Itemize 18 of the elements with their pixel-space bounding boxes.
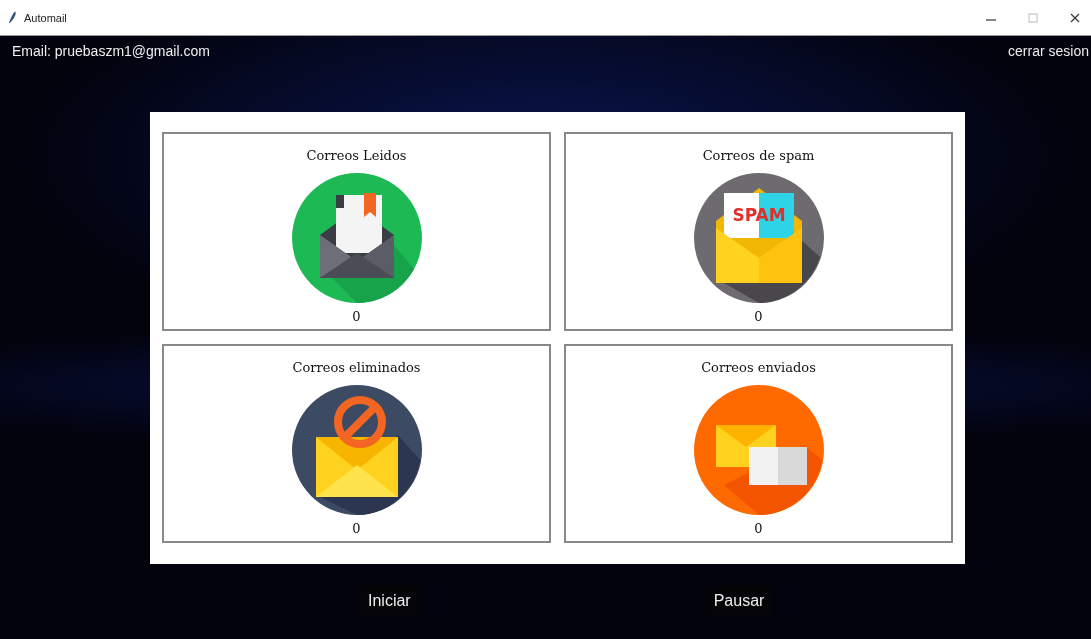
open-envelope-icon	[291, 173, 422, 303]
blocked-envelope-icon	[291, 385, 422, 515]
close-icon[interactable]	[1069, 11, 1081, 24]
envelopes-icon	[693, 385, 824, 515]
card-title: Correos Leidos	[306, 148, 407, 163]
email-label: Email: pruebaszm1@gmail.com	[12, 43, 210, 59]
card-title: Correos de spam	[702, 148, 815, 163]
card-title: Correos enviados	[701, 360, 816, 375]
email-count: 0	[352, 521, 361, 536]
email-count: 0	[754, 309, 763, 324]
email-count: 0	[754, 521, 763, 536]
card-title: Correos eliminados	[292, 360, 421, 375]
pause-button[interactable]: Pausar	[705, 586, 773, 616]
start-button[interactable]: Iniciar	[360, 586, 419, 616]
email-count: 0	[352, 309, 361, 324]
window-title: Automail	[24, 11, 67, 24]
logout-link[interactable]: cerrar sesion	[1008, 43, 1089, 59]
feather-icon	[8, 11, 17, 24]
